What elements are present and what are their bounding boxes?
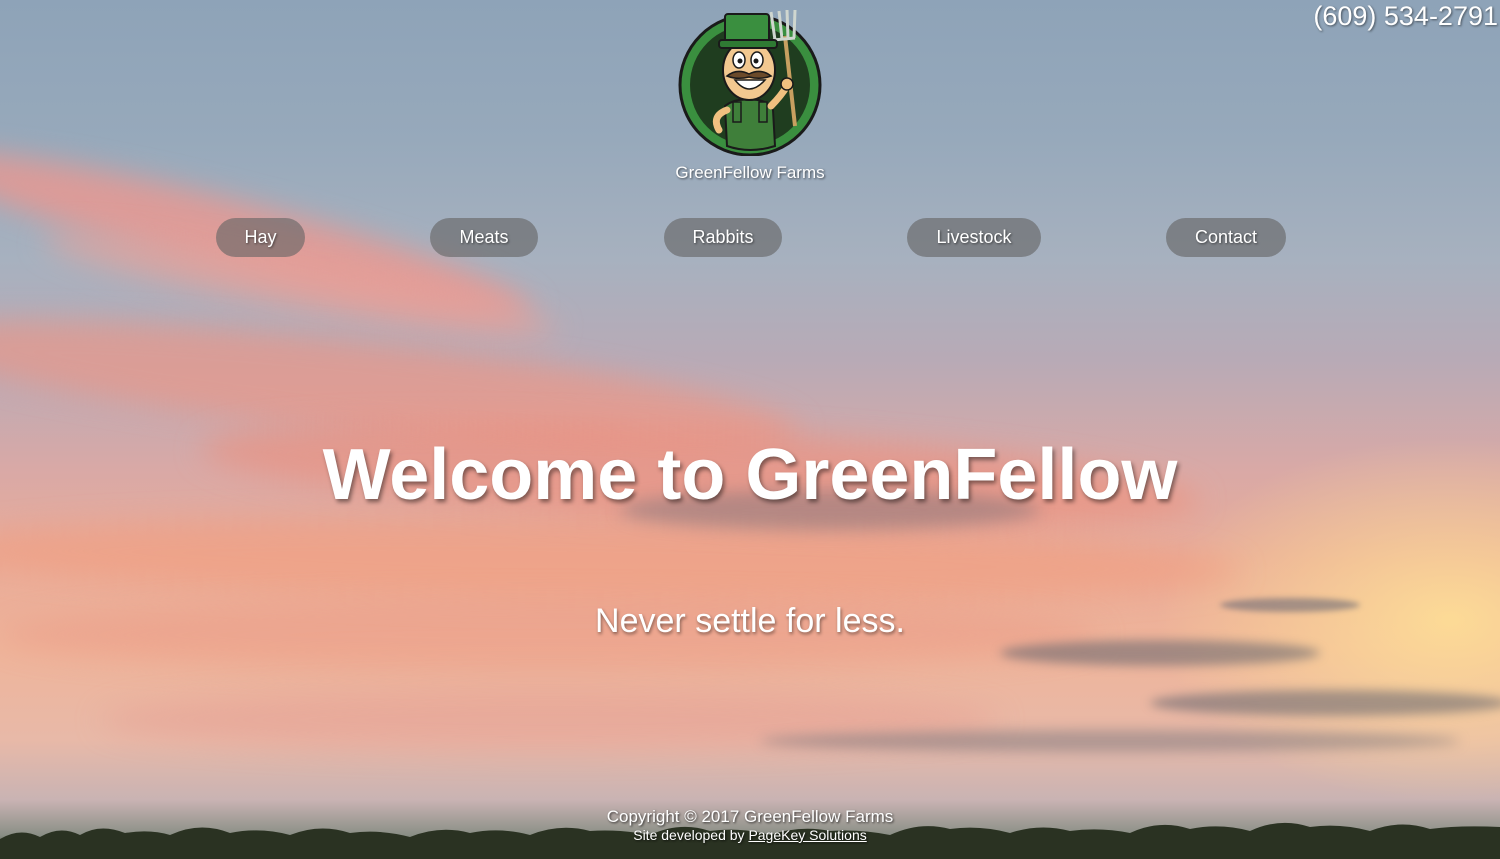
main-nav: Hay Meats Rabbits Livestock Contact	[0, 218, 1500, 257]
page-background: (609) 534-2791 GreenFellow Farms Hay Mea…	[0, 0, 1500, 859]
cloud-streak	[100, 690, 1000, 750]
brand-name: GreenFellow Farms	[675, 163, 825, 182]
site-footer: Copyright © 2017 GreenFellow Farms Site …	[0, 806, 1500, 844]
credit-prefix: Site developed by	[633, 827, 745, 843]
developer-credit: Site developed by PageKey Solutions	[0, 827, 1500, 844]
nav-item-rabbits[interactable]: Rabbits	[664, 218, 782, 257]
farmer-with-pitchfork-logo[interactable]	[675, 6, 825, 156]
cloud-streak	[760, 730, 1460, 752]
cloud-streak	[0, 508, 1241, 612]
nav-item-livestock[interactable]: Livestock	[907, 218, 1041, 257]
cloud-streak	[1150, 690, 1500, 716]
developer-link[interactable]: PageKey Solutions	[748, 827, 866, 843]
nav-item-hay[interactable]: Hay	[216, 218, 305, 257]
hero-headline: Welcome to GreenFellow	[322, 435, 1178, 515]
nav-item-meats[interactable]: Meats	[430, 218, 538, 257]
hero-tagline: Never settle for less.	[595, 602, 905, 640]
copyright-text: Copyright © 2017 GreenFellow Farms	[606, 807, 894, 826]
nav-item-contact[interactable]: Contact	[1166, 218, 1286, 257]
site-header: GreenFellow Farms	[0, 6, 1500, 183]
